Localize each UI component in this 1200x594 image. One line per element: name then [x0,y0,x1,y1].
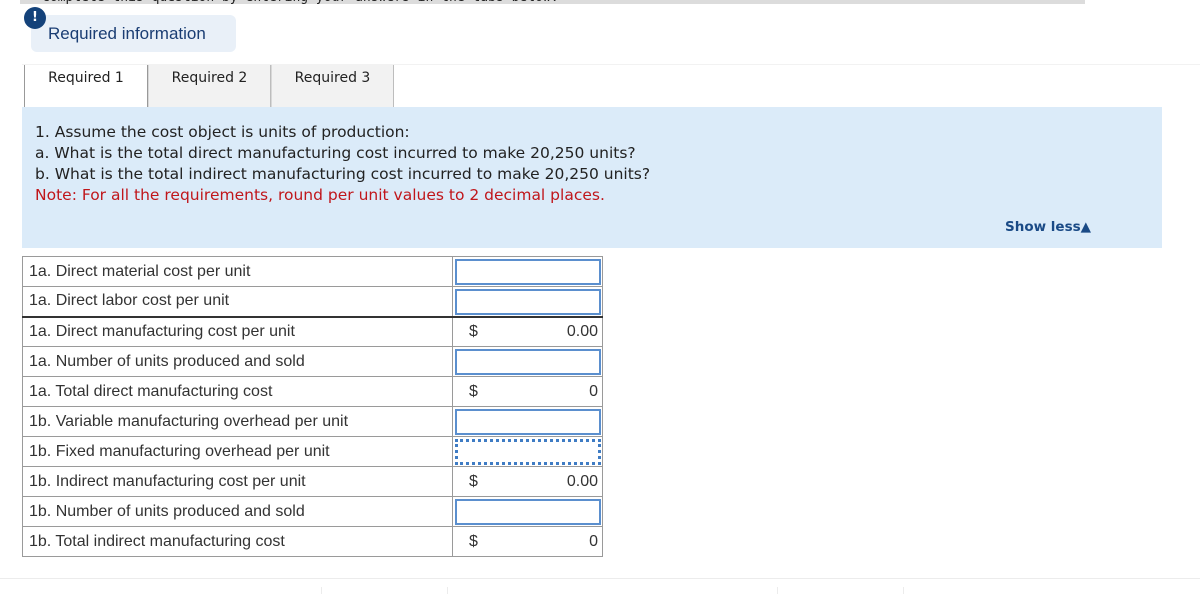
question-line-3: b. What is the total indirect manufactur… [35,165,651,183]
row-value-cell [452,436,603,467]
table-row: 1b. Number of units produced and sold [22,496,603,527]
table-row: 1a. Direct labor cost per unit [22,286,603,317]
computed-value: $0.00 [453,467,602,496]
footer-divider-tick [447,587,448,594]
answer-input[interactable] [455,409,601,435]
row-label: 1b. Indirect manufacturing cost per unit [22,466,453,497]
exclamation-icon: ! [24,7,46,29]
rounding-note: Note: For all the requirements, round pe… [35,186,605,204]
answer-input[interactable] [455,349,601,375]
instruction-text: Complete this question by entering your … [20,0,1085,4]
answer-input[interactable] [455,289,601,315]
question-line-1: 1. Assume the cost object is units of pr… [35,123,410,141]
table-row: 1a. Number of units produced and sold [22,346,603,377]
tab-required-2[interactable]: Required 2 [148,65,271,108]
footer-divider-tick [777,587,778,594]
question-text: 1. Assume the cost object is units of pr… [35,122,650,206]
row-label: 1a. Direct material cost per unit [22,256,453,287]
computed-value: $0 [453,377,602,406]
computed-amount: 0.00 [566,322,598,340]
row-value-cell: $0 [452,526,603,557]
computed-amount: 0.00 [566,472,598,490]
question-panel: 1. Assume the cost object is units of pr… [22,107,1162,248]
footer-divider [0,578,1200,579]
row-value-cell [452,286,603,317]
table-row: 1a. Direct material cost per unit [22,256,603,287]
computed-value: $0 [453,527,602,556]
show-less-button[interactable]: Show less▲ [1005,219,1091,235]
row-label: 1a. Number of units produced and sold [22,346,453,377]
row-label: 1a. Direct manufacturing cost per unit [22,315,453,347]
tab-label: Required 2 [171,70,248,86]
tab-required-1[interactable]: Required 1 [24,65,148,108]
currency-symbol: $ [469,382,478,400]
row-value-cell: $0.00 [452,315,603,347]
triangle-up-icon: ▲ [1080,219,1092,235]
row-label: 1a. Direct labor cost per unit [22,286,453,317]
instruction-strip: Complete this question by entering your … [20,0,1085,4]
show-less-label: Show less [1005,219,1081,235]
table-row: 1a. Total direct manufacturing cost $0 [22,376,603,407]
tab-label: Required 1 [48,70,124,86]
answer-input[interactable] [455,439,601,465]
currency-symbol: $ [469,322,478,340]
table-row: 1a. Direct manufacturing cost per unit $0… [22,315,603,347]
required-information-label: Required information [48,24,206,43]
footer-divider-tick [321,587,322,594]
computed-amount: 0 [589,532,598,550]
row-value-cell: $0.00 [452,466,603,497]
answer-table: 1a. Direct material cost per unit 1a. Dir… [22,256,603,557]
currency-symbol: $ [469,532,478,550]
row-label: 1b. Variable manufacturing overhead per … [22,406,453,437]
question-line-2: a. What is the total direct manufacturin… [35,144,636,162]
answer-input[interactable] [455,499,601,525]
answer-input[interactable] [455,259,601,285]
row-label: 1b. Fixed manufacturing overhead per uni… [22,436,453,467]
computed-value: $0.00 [453,318,602,347]
row-value-cell [452,406,603,437]
tab-label: Required 3 [294,70,371,86]
table-row: 1b. Fixed manufacturing overhead per uni… [22,436,603,467]
required-information-banner: Required information [31,15,236,52]
row-value-cell: $0 [452,376,603,407]
row-label: 1a. Total direct manufacturing cost [22,376,453,407]
table-row: 1b. Total indirect manufacturing cost $0 [22,526,603,557]
computed-amount: 0 [589,382,598,400]
table-row: 1b. Indirect manufacturing cost per unit… [22,466,603,497]
table-row: 1b. Variable manufacturing overhead per … [22,406,603,437]
row-value-cell [452,256,603,287]
row-value-cell [452,496,603,527]
tab-required-3[interactable]: Required 3 [271,65,394,108]
row-label: 1b. Total indirect manufacturing cost [22,526,453,557]
row-label: 1b. Number of units produced and sold [22,496,453,527]
footer-divider-tick [903,587,904,594]
row-value-cell [452,346,603,377]
requirement-tabs: Required 1 Required 2 Required 3 [22,64,1200,108]
currency-symbol: $ [469,472,478,490]
